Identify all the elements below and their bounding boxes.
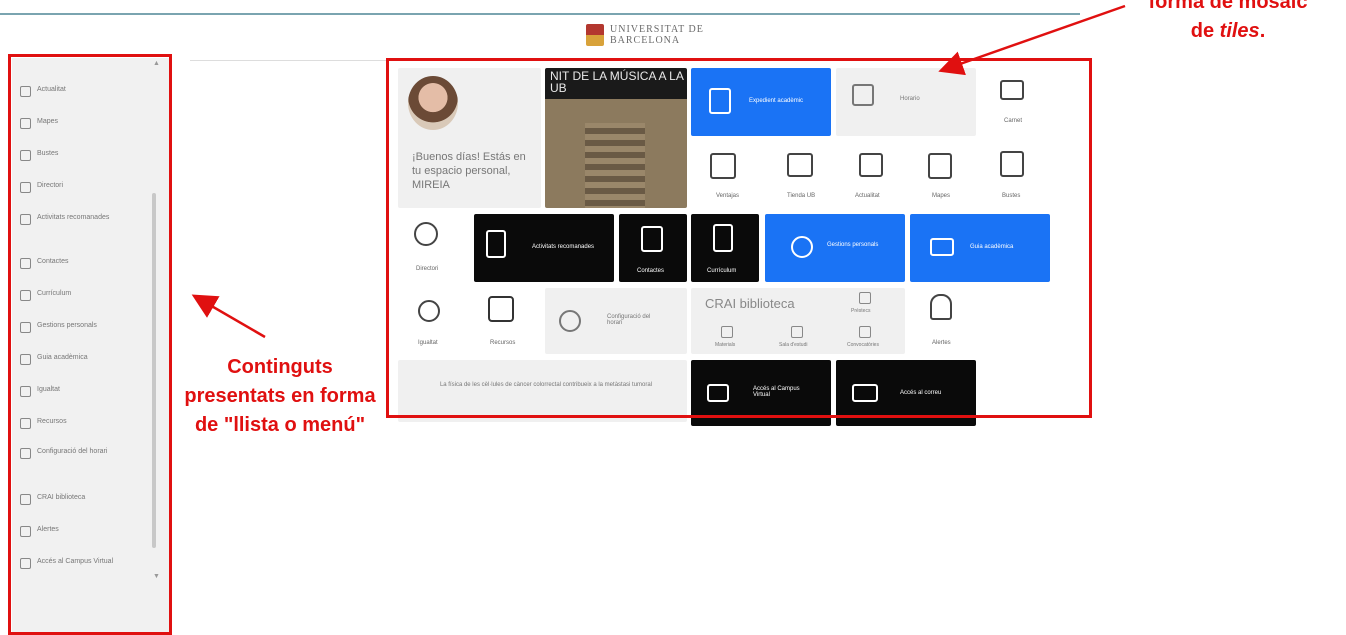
mosaic-annotation-line1: forma de mosaic <box>1148 0 1308 13</box>
mosaic-arrow <box>938 4 1126 76</box>
list-annotation: Continguts presentats en forma de "llist… <box>184 356 376 436</box>
annotation-arrows <box>191 4 1126 339</box>
mosaic-annotation-line2: de tiles. <box>1190 20 1266 42</box>
list-arrow <box>191 294 266 339</box>
mosaic-annotation: forma de mosaic de tiles. <box>1110 0 1346 46</box>
